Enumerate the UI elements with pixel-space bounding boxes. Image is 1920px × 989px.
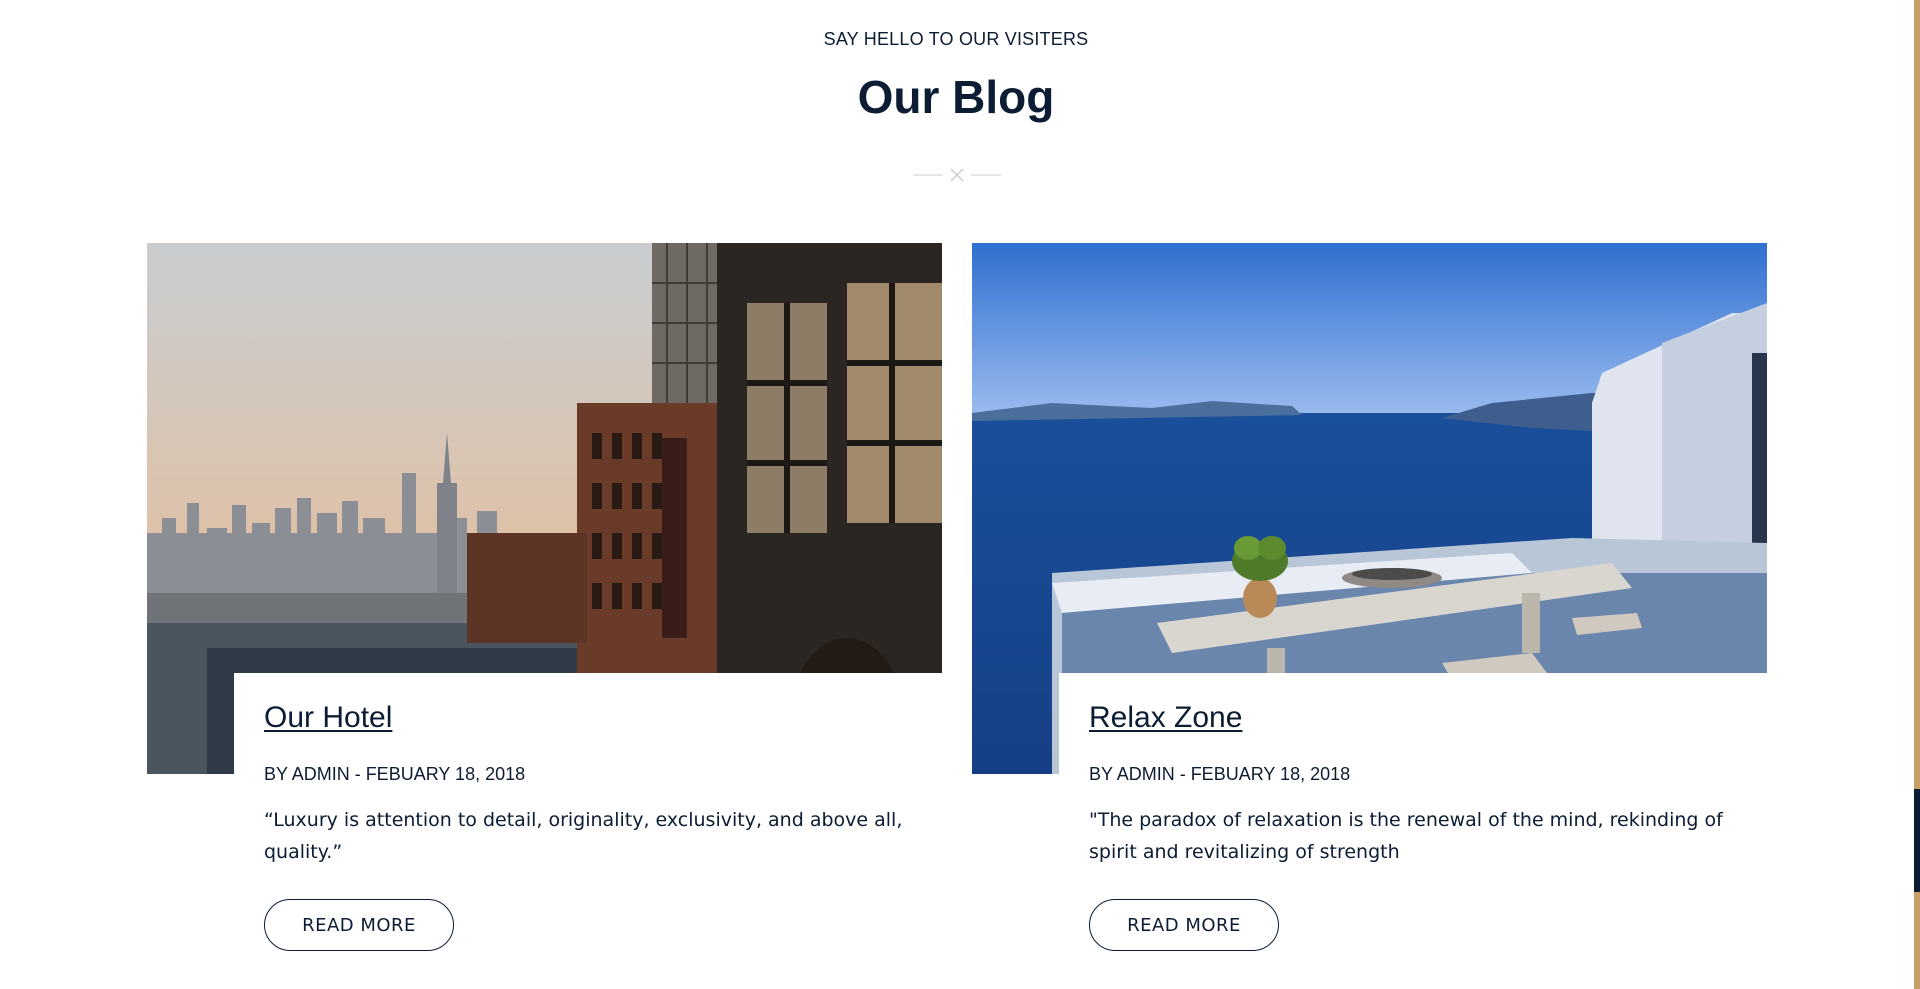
blog-card-body: Relax Zone BY ADMIN - FEBUARY 18, 2018 "… [1059, 673, 1767, 989]
blog-card: Our Hotel BY ADMIN - FEBUARY 18, 2018 “L… [147, 243, 942, 989]
read-more-button[interactable]: READ MORE [264, 899, 454, 951]
blog-card-body: Our Hotel BY ADMIN - FEBUARY 18, 2018 “L… [234, 673, 942, 989]
blog-post-excerpt: “Luxury is attention to detail, original… [264, 809, 903, 863]
read-more-button[interactable]: READ MORE [1089, 899, 1279, 951]
section-eyebrow: SAY HELLO TO OUR VISITERS [823, 29, 1089, 49]
edge-scroll-indicator[interactable] [1914, 789, 1920, 892]
section-divider [913, 168, 1001, 182]
blog-section: SAY HELLO TO OUR VISITERS Our Blog Our H… [0, 0, 1920, 989]
blog-post-excerpt: "The paradox of relaxation is the renewa… [1089, 809, 1723, 863]
section-title: Our Blog [857, 71, 1055, 123]
blog-post-title[interactable]: Relax Zone [1089, 701, 1242, 735]
blog-post-title[interactable]: Our Hotel [264, 701, 392, 735]
blog-post-meta: BY ADMIN - FEBUARY 18, 2018 [1089, 764, 1351, 784]
blog-post-meta: BY ADMIN - FEBUARY 18, 2018 [264, 764, 526, 784]
blog-card: Relax Zone BY ADMIN - FEBUARY 18, 2018 "… [972, 243, 1767, 989]
